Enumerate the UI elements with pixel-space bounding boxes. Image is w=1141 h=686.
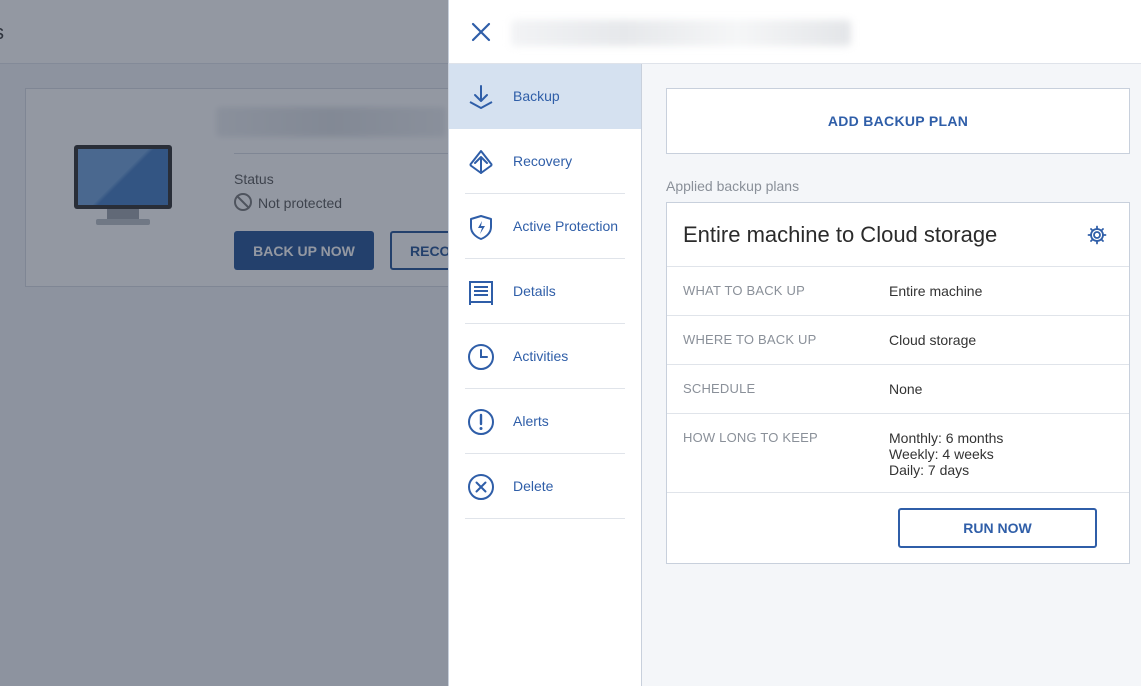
plan-row-value: Monthly: 6 months Weekly: 4 weeks Daily:… xyxy=(889,430,1004,478)
backup-plan-card: Entire machine to Cloud storage WHAT TO … xyxy=(666,202,1130,564)
alert-icon xyxy=(467,408,495,436)
nav-item-recovery[interactable]: Recovery xyxy=(449,129,641,194)
plan-row-what: WHAT TO BACK UP Entire machine xyxy=(667,267,1129,316)
nav-item-alerts[interactable]: Alerts xyxy=(449,389,641,454)
clock-icon xyxy=(467,343,495,371)
nav-label-activities: Activities xyxy=(513,348,569,364)
nav-item-activities[interactable]: Activities xyxy=(449,324,641,389)
side-panel: Backup Recovery Active Protection Detail… xyxy=(448,0,1141,686)
nav-item-delete[interactable]: Delete xyxy=(449,454,641,519)
run-now-button[interactable]: RUN NOW xyxy=(898,508,1097,548)
plan-row-value: None xyxy=(889,381,923,397)
recovery-icon xyxy=(467,148,495,176)
plan-row-key: WHAT TO BACK UP xyxy=(683,283,805,298)
panel-title-redacted xyxy=(511,20,851,46)
plan-row-key: WHERE TO BACK UP xyxy=(683,332,817,347)
applied-plans-label: Applied backup plans xyxy=(666,178,800,194)
nav-label-delete: Delete xyxy=(513,478,554,494)
delete-icon xyxy=(467,473,495,501)
plan-row-retention: HOW LONG TO KEEP Monthly: 6 months Weekl… xyxy=(667,414,1129,493)
plan-row-value: Entire machine xyxy=(889,283,983,299)
nav-label-alerts: Alerts xyxy=(513,413,549,429)
plan-row-where: WHERE TO BACK UP Cloud storage xyxy=(667,316,1129,365)
shield-icon xyxy=(467,213,495,241)
backup-icon xyxy=(467,83,495,111)
plan-row-key: SCHEDULE xyxy=(683,381,756,396)
close-icon[interactable] xyxy=(469,20,493,44)
details-icon xyxy=(467,278,495,306)
nav-item-active-protection[interactable]: Active Protection xyxy=(449,194,641,259)
panel-header xyxy=(449,0,1141,64)
nav-item-details[interactable]: Details xyxy=(449,259,641,324)
nav-label-recovery: Recovery xyxy=(513,153,573,169)
panel-content: ADD BACKUP PLAN Applied backup plans Ent… xyxy=(666,88,1130,564)
gear-icon[interactable] xyxy=(1087,225,1107,245)
plan-row-value: Cloud storage xyxy=(889,332,977,348)
nav-label-details: Details xyxy=(513,283,556,299)
panel-nav: Backup Recovery Active Protection Detail… xyxy=(449,64,642,686)
nav-item-backup[interactable]: Backup xyxy=(449,64,641,129)
plan-title: Entire machine to Cloud storage xyxy=(683,221,998,247)
plan-footer: RUN NOW xyxy=(667,493,1129,563)
add-backup-plan-button[interactable]: ADD BACKUP PLAN xyxy=(666,88,1130,154)
plan-row-key: HOW LONG TO KEEP xyxy=(683,430,818,445)
plan-header: Entire machine to Cloud storage xyxy=(667,203,1129,267)
nav-label-active-protection: Active Protection xyxy=(513,218,619,234)
nav-label-backup: Backup xyxy=(513,88,560,104)
plan-row-schedule: SCHEDULE None xyxy=(667,365,1129,414)
